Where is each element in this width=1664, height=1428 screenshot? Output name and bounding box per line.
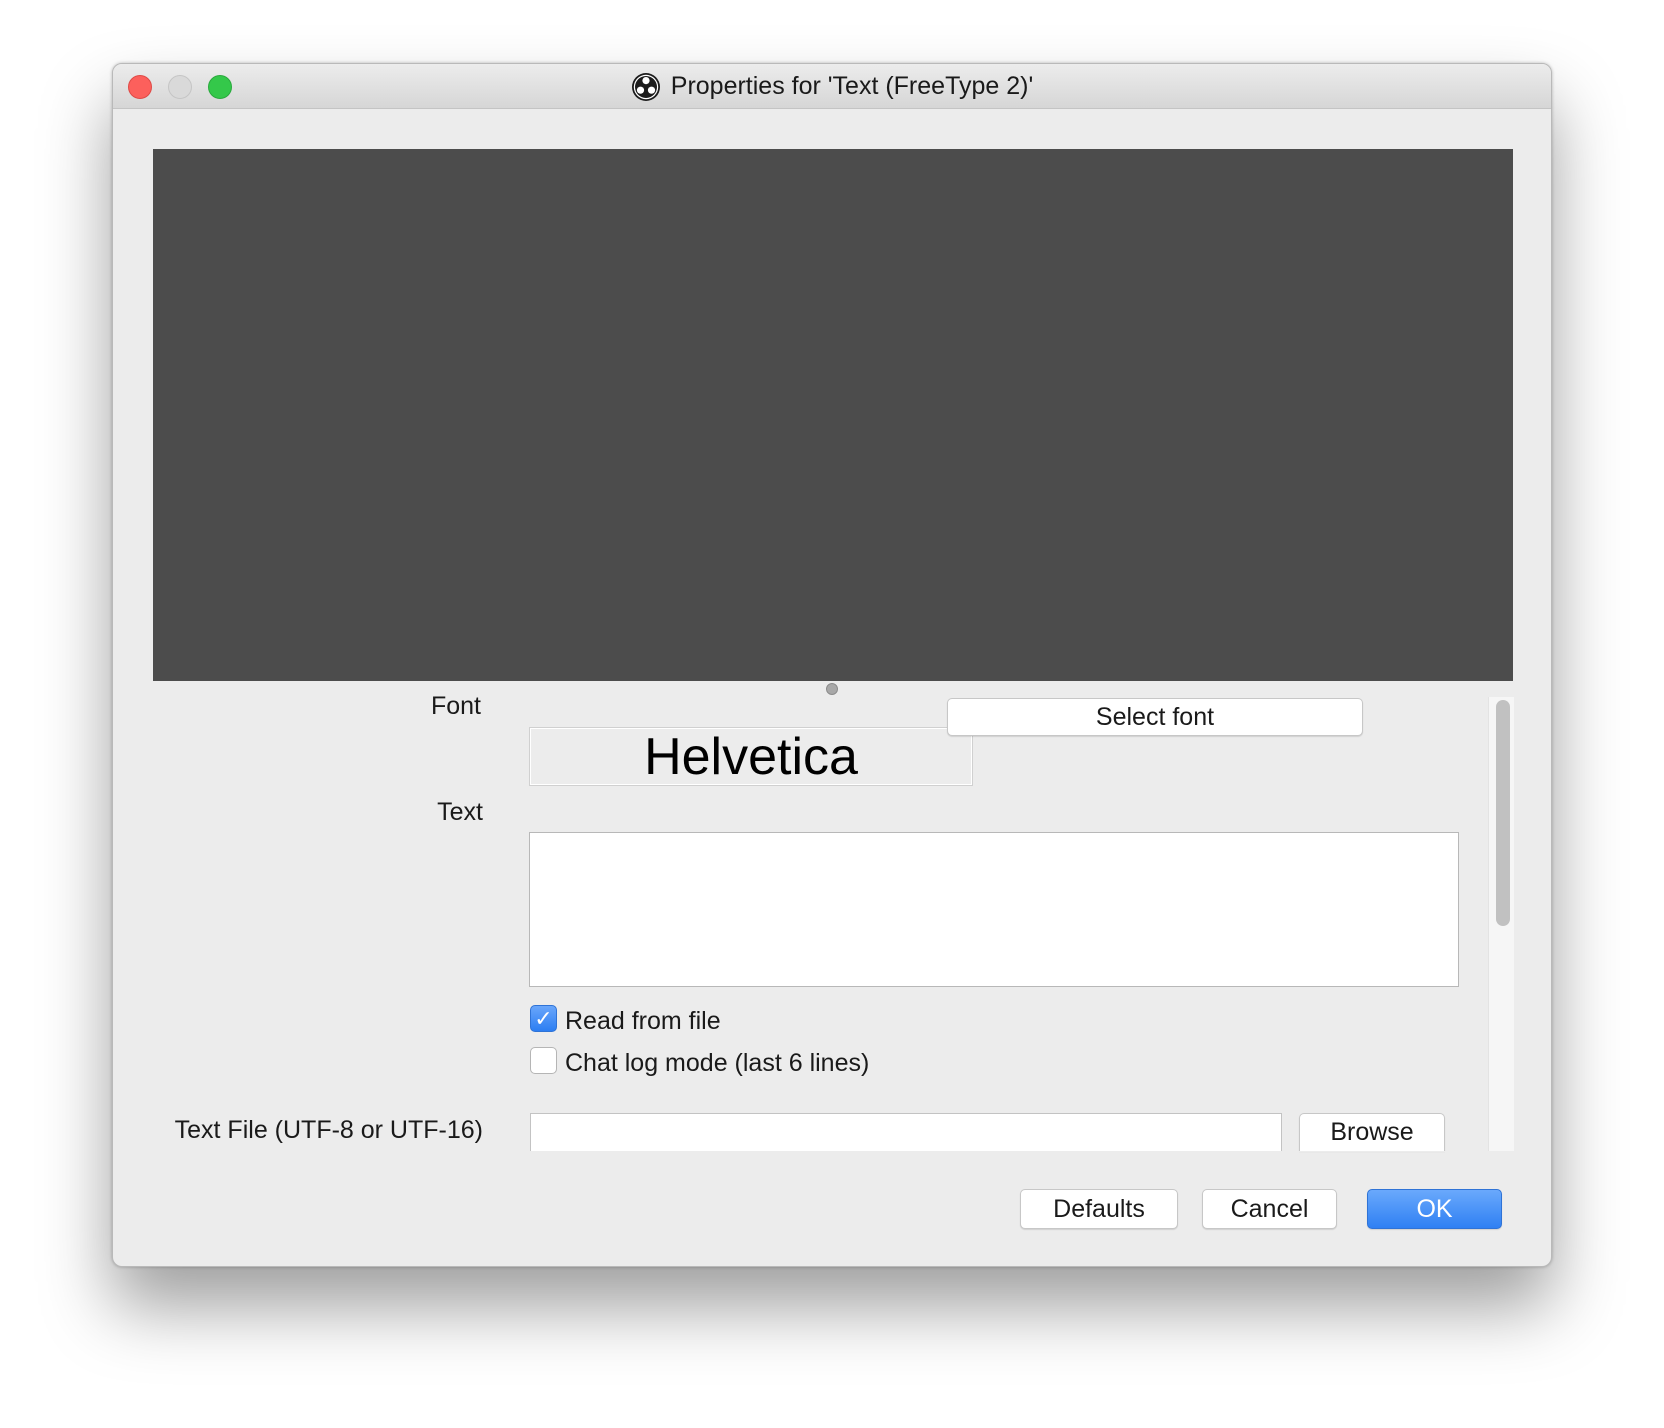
window-title: Properties for 'Text (FreeType 2)' — [670, 72, 1034, 100]
text-file-path-input[interactable] — [530, 1113, 1282, 1151]
read-from-file-checkbox[interactable]: ✓ — [530, 1005, 557, 1032]
ok-button[interactable]: OK — [1367, 1189, 1502, 1229]
scrollbar-thumb[interactable] — [1496, 700, 1510, 926]
chat-log-mode-checkbox[interactable] — [530, 1047, 557, 1074]
select-font-button[interactable]: Select font — [947, 698, 1363, 736]
source-preview — [153, 149, 1513, 681]
text-label: Text — [437, 798, 483, 826]
font-label: Font — [430, 692, 481, 720]
properties-clip-edge — [153, 1151, 1513, 1152]
browse-button[interactable]: Browse — [1299, 1113, 1445, 1151]
cancel-button[interactable]: Cancel — [1202, 1189, 1337, 1229]
read-from-file-label[interactable]: Read from file — [565, 1007, 721, 1036]
checkmark-icon: ✓ — [534, 1006, 553, 1031]
obs-logo-icon — [631, 72, 660, 101]
text-input[interactable] — [529, 832, 1459, 987]
title-bar[interactable]: Properties for 'Text (FreeType 2)' — [113, 64, 1551, 109]
properties-dialog: Properties for 'Text (FreeType 2)' Font … — [112, 63, 1552, 1267]
font-preview: Helvetica — [529, 727, 973, 786]
preview-splitter-handle[interactable] — [826, 683, 838, 695]
chat-log-mode-label[interactable]: Chat log mode (last 6 lines) — [565, 1049, 869, 1078]
window-title-group: Properties for 'Text (FreeType 2)' — [113, 64, 1551, 109]
defaults-button[interactable]: Defaults — [1020, 1189, 1178, 1229]
text-file-label: Text File (UTF-8 or UTF-16) — [174, 1116, 483, 1144]
